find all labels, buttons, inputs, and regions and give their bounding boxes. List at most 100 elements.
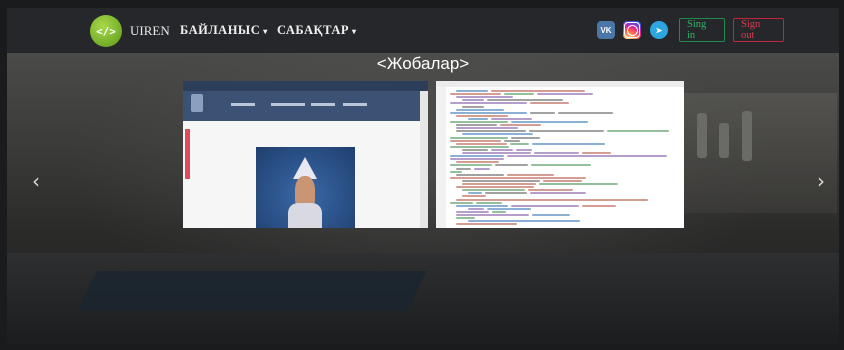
instagram-icon[interactable] [623,21,641,39]
logo-icon[interactable]: </> [90,15,122,47]
code-line [484,192,528,195]
code-line [456,127,518,130]
code-line [456,214,529,216]
caret-down-icon: ▾ [263,26,268,36]
code-line [450,102,527,105]
code-line [515,148,532,151]
mini-nav-item [311,103,335,106]
background-notebook [77,271,427,311]
code-line [450,93,502,96]
code-line [537,93,594,96]
mini-nav-item [231,103,255,106]
code-line [529,111,555,114]
code-line [450,145,510,148]
code-line [542,179,582,182]
project-screenshot-code[interactable] [436,81,684,228]
sign-in-button[interactable]: Sing in [679,18,725,42]
code-line [462,189,525,192]
code-line [510,121,588,123]
code-line [510,204,580,207]
nav-dropdown-label: САБАҚТАР [277,23,349,37]
mini-topbar [183,81,428,91]
code-line [456,186,535,189]
code-line [504,93,535,96]
code-line [487,99,564,102]
telegram-icon[interactable]: ➤ [650,21,668,39]
code-editor-header [436,81,684,87]
nav-dropdown-label: БАЙЛАНЫС [180,23,261,37]
mini-navbar [183,91,428,121]
code-line [491,148,513,151]
code-line [450,139,501,142]
mini-photo-body [288,203,322,228]
code-line [529,102,570,105]
caret-down-icon: ▾ [352,26,357,36]
code-line [456,142,508,145]
code-line [606,130,670,133]
code-line [582,204,617,207]
code-line [468,117,488,120]
nav-dropdown-contact[interactable]: БАЙЛАНЫС ▾ [180,23,268,38]
code-line [450,170,463,173]
project-screenshot-website[interactable] [183,81,428,228]
code-line [462,133,534,136]
code-line [529,130,604,133]
code-line [456,90,488,92]
code-line [462,152,532,154]
code-line [456,130,527,133]
code-line [456,124,497,127]
code-line [462,183,537,185]
code-line [468,207,484,210]
code-line [557,111,614,114]
code-line [456,167,472,170]
code-line [450,121,508,123]
code-line [531,142,605,145]
code-line [504,139,521,142]
code-line [506,173,554,176]
code-line [456,204,508,207]
mini-nav-item [343,103,367,106]
code-line [531,164,592,167]
vk-icon[interactable]: VK [597,21,615,39]
code-line [527,189,573,192]
carousel-next-icon[interactable]: › [817,169,825,193]
code-line [490,117,533,120]
code-line [462,148,489,151]
code-line [468,192,482,195]
code-line [462,99,485,102]
code-line [499,124,542,127]
carousel-prev-icon[interactable]: ‹ [32,169,40,193]
code-line [450,164,492,167]
mini-side-tab [185,129,190,179]
background-bottle [719,123,729,158]
code-line [532,214,571,216]
code-line [534,152,579,154]
code-line [456,96,514,99]
code-line [530,192,587,195]
mini-nav-item [271,103,305,106]
slide-title: <Жобалар> [376,54,470,73]
brand-name[interactable]: UIREN [130,23,170,39]
code-line [475,201,503,204]
code-line [456,198,649,201]
code-line [450,155,504,158]
nav-dropdown-lessons[interactable]: САБАҚТАР ▾ [277,23,357,38]
code-line [456,114,509,117]
code-line [474,167,491,170]
code-line [486,207,531,210]
code-line [456,173,504,176]
code-line [450,158,504,161]
code-line [450,111,527,114]
code-line [581,152,612,154]
code-line [510,142,529,145]
code-line [456,108,505,111]
code-line [494,164,529,167]
sign-out-button[interactable]: Sign out [733,18,784,42]
code-line [511,136,540,139]
code-line [462,195,486,198]
mini-emblem-icon [191,94,203,112]
code-line [450,176,586,179]
code-line [456,161,500,164]
navbar: </> UIREN БАЙЛАНЫС ▾ САБАҚТАР ▾ VK ➤ Sing … [7,8,839,53]
code-editor-gutter [436,87,446,228]
